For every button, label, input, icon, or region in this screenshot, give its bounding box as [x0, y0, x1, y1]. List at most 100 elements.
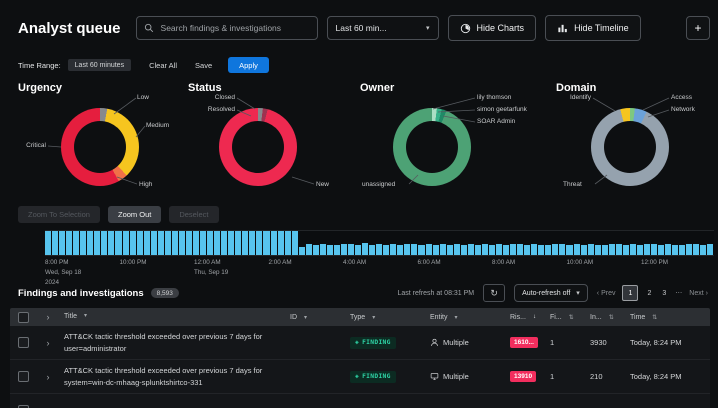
column-header[interactable]: Fi...⇅	[546, 314, 586, 321]
timeline-bar[interactable]	[609, 244, 615, 255]
timeline-bar[interactable]	[602, 245, 608, 255]
risk-score-badge[interactable]: 1610...	[510, 337, 538, 348]
row-title[interactable]: ATT&CK tactic threshold exceeded over pr…	[60, 331, 286, 354]
timeline-bar[interactable]	[489, 245, 495, 255]
timeline-bar[interactable]	[418, 245, 424, 255]
clear-all-button[interactable]: Clear All	[149, 61, 177, 70]
column-header[interactable]: Type▾	[346, 314, 426, 321]
timeline-bar[interactable]	[334, 245, 340, 255]
timeline-bar[interactable]	[651, 244, 657, 255]
timeline-bar[interactable]	[242, 231, 248, 255]
table-row[interactable]: › ATT&CK tactic threshold exceeded over p…	[10, 326, 710, 360]
time-range-dropdown[interactable]: Last 60 min... ▾	[327, 16, 439, 40]
timeline-bar[interactable]	[538, 245, 544, 255]
domain-donut-chart[interactable]	[591, 108, 669, 186]
timeline-bar[interactable]	[404, 244, 410, 255]
timeline-bar[interactable]	[433, 245, 439, 255]
timeline-bar[interactable]	[299, 247, 305, 255]
timeline-bar[interactable]	[158, 231, 164, 255]
event-timeline-histogram[interactable]	[45, 230, 714, 256]
timeline-bar[interactable]	[285, 231, 291, 255]
timeline-bar[interactable]	[524, 245, 530, 255]
page-button[interactable]: 2	[645, 290, 653, 297]
timeline-bar[interactable]	[313, 245, 319, 255]
status-donut-chart[interactable]	[219, 108, 297, 186]
timeline-bar[interactable]	[165, 231, 171, 255]
timeline-bar[interactable]	[59, 231, 65, 255]
timeline-bar[interactable]	[390, 244, 396, 255]
timeline-bar[interactable]	[595, 245, 601, 255]
timeline-bar[interactable]	[566, 245, 572, 255]
owner-donut-chart[interactable]	[393, 108, 471, 186]
urgency-donut-chart[interactable]	[61, 108, 139, 186]
timeline-bar[interactable]	[45, 231, 51, 255]
table-row-partial[interactable]: ›	[10, 394, 710, 408]
timeline-bar[interactable]	[179, 231, 185, 255]
column-header[interactable]: In...⇅	[586, 314, 626, 321]
time-range-chip[interactable]: Last 60 minutes	[68, 59, 131, 71]
row-expand-chevron[interactable]: ›	[47, 372, 50, 382]
timeline-bar[interactable]	[637, 245, 643, 255]
zoom-out-button[interactable]: Zoom Out	[108, 206, 161, 223]
timeline-bar[interactable]	[186, 231, 192, 255]
timeline-bar[interactable]	[228, 231, 234, 255]
timeline-bar[interactable]	[686, 244, 692, 255]
timeline-bar[interactable]	[679, 245, 685, 255]
timeline-bar[interactable]	[278, 231, 284, 255]
row-checkbox[interactable]	[18, 337, 29, 348]
timeline-bar[interactable]	[454, 244, 460, 255]
timeline-bar[interactable]	[151, 231, 157, 255]
timeline-bar[interactable]	[355, 245, 361, 255]
timeline-bar[interactable]	[115, 231, 121, 255]
timeline-bar[interactable]	[214, 231, 220, 255]
timeline-bar[interactable]	[665, 244, 671, 255]
timeline-bar[interactable]	[531, 244, 537, 255]
timeline-bar[interactable]	[707, 244, 713, 255]
row-entity[interactable]: Multiple	[430, 372, 469, 381]
timeline-bar[interactable]	[193, 231, 199, 255]
timeline-bar[interactable]	[87, 231, 93, 255]
timeline-bar[interactable]	[482, 244, 488, 255]
timeline-bar[interactable]	[496, 244, 502, 255]
timeline-bar[interactable]	[552, 244, 558, 255]
prev-button[interactable]: ‹ Prev	[597, 290, 616, 297]
apply-button[interactable]: Apply	[228, 57, 269, 73]
timeline-bar[interactable]	[362, 243, 368, 255]
column-header[interactable]: ID▾	[286, 314, 346, 321]
hide-charts-button[interactable]: Hide Charts	[448, 15, 537, 41]
timeline-bar[interactable]	[623, 245, 629, 255]
column-header[interactable]: Time⇅	[626, 314, 710, 321]
timeline-bar[interactable]	[517, 244, 523, 255]
timeline-bar[interactable]	[581, 245, 587, 255]
timeline-bar[interactable]	[447, 245, 453, 255]
next-button[interactable]: Next ›	[689, 290, 708, 297]
page-button[interactable]: 1	[622, 285, 638, 301]
search-input[interactable]	[159, 22, 310, 34]
timeline-bar[interactable]	[588, 244, 594, 255]
timeline-bar[interactable]	[348, 244, 354, 255]
risk-score-badge[interactable]: 13910	[510, 371, 536, 382]
column-header[interactable]: Title▾	[60, 312, 286, 323]
column-header[interactable]: Ris...↓	[506, 314, 546, 321]
timeline-bar[interactable]	[144, 231, 150, 255]
timeline-bar[interactable]	[616, 244, 622, 255]
refresh-button[interactable]: ↻	[483, 284, 505, 302]
timeline-bar[interactable]	[249, 231, 255, 255]
timeline-bar[interactable]	[700, 245, 706, 255]
row-expand-chevron[interactable]: ›	[47, 338, 50, 348]
timeline-bar[interactable]	[292, 231, 298, 255]
timeline-bar[interactable]	[672, 245, 678, 255]
timeline-bar[interactable]	[137, 231, 143, 255]
timeline-bar[interactable]	[510, 244, 516, 255]
timeline-bar[interactable]	[383, 245, 389, 255]
timeline-bar[interactable]	[108, 231, 114, 255]
timeline-bar[interactable]	[306, 244, 312, 255]
timeline-bar[interactable]	[130, 231, 136, 255]
timeline-bar[interactable]	[461, 245, 467, 255]
hide-timeline-button[interactable]: Hide Timeline	[545, 15, 641, 41]
timeline-bar[interactable]	[221, 231, 227, 255]
timeline-bar[interactable]	[207, 231, 213, 255]
search-box[interactable]	[136, 16, 318, 40]
column-header[interactable]: Entity▾	[426, 314, 506, 321]
timeline-bar[interactable]	[475, 245, 481, 255]
